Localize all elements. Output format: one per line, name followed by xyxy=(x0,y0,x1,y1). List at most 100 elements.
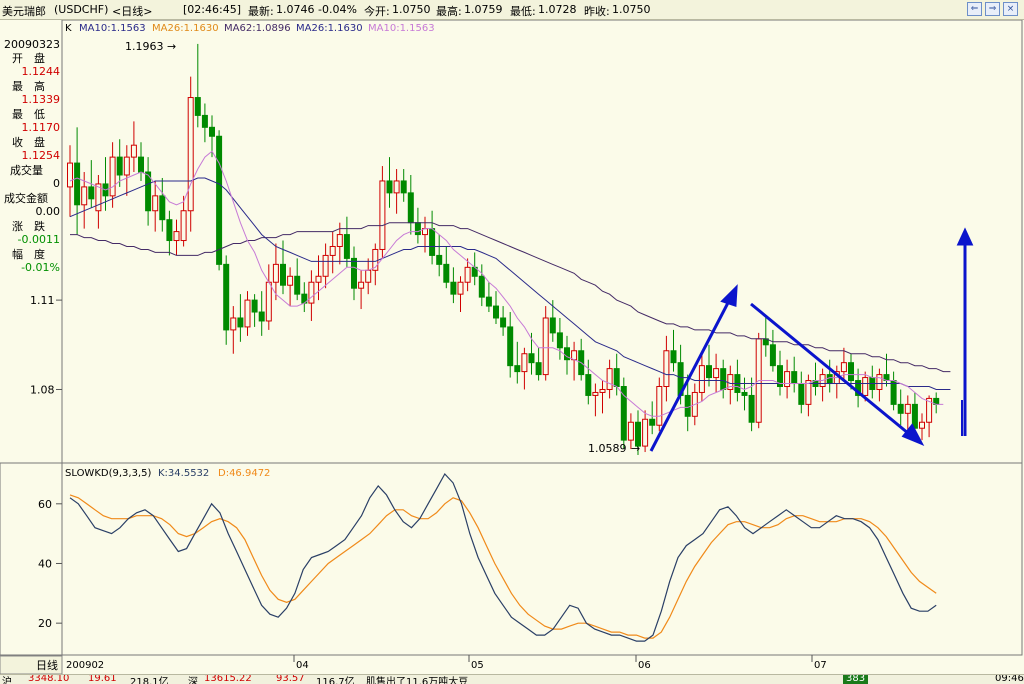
restore-button[interactable]: ⇐ xyxy=(967,2,982,16)
open-label: 今开: xyxy=(364,5,390,18)
candle-body xyxy=(386,180,393,194)
candle-body xyxy=(706,365,712,379)
candle-78 xyxy=(620,377,627,450)
info-volume-label: 成交量 xyxy=(10,163,43,177)
time-label-4: 07 xyxy=(814,660,827,671)
kd-panel xyxy=(61,462,1023,656)
candle-body xyxy=(138,156,144,173)
candle-body xyxy=(81,186,88,206)
alert-badge[interactable]: 383 xyxy=(843,675,869,684)
sh-label: 沪 xyxy=(2,677,12,684)
price-axis: 1.11 1.08 xyxy=(30,294,62,396)
price-tick-label-1: 1.08 xyxy=(30,383,55,396)
candle-body xyxy=(606,368,613,390)
candle-body xyxy=(123,156,130,176)
candle-body xyxy=(862,377,869,396)
candle-body xyxy=(343,234,350,259)
candle-body xyxy=(670,350,677,364)
candle-body xyxy=(493,305,499,319)
candle-body xyxy=(656,386,663,426)
candle-body xyxy=(592,391,599,396)
candle-body xyxy=(67,162,73,188)
prev-close-value: 1.0750 xyxy=(612,3,651,16)
kd-tick-label-2: 20 xyxy=(38,617,52,630)
candle-body xyxy=(620,386,627,441)
time-label-0: 200902 xyxy=(66,660,104,671)
period-button[interactable]: 日线 xyxy=(36,658,58,672)
candle-body xyxy=(769,344,776,367)
info-change-label: 涨 跌 xyxy=(12,219,45,233)
change-value: -0.04% xyxy=(318,3,357,16)
low-label: 最低: xyxy=(510,5,536,18)
candle-body xyxy=(166,219,173,242)
candle-body xyxy=(585,374,592,396)
info-amount-value: 0.00 xyxy=(36,205,61,218)
info-change-value: -0.0011 xyxy=(18,233,60,246)
candle-body xyxy=(897,403,904,414)
candle-body xyxy=(152,195,159,212)
candle-body xyxy=(258,311,265,322)
candle-body xyxy=(571,350,578,361)
news-ticker[interactable]: 肌售出了11.6万吨大豆 xyxy=(366,675,468,684)
candle-body xyxy=(599,388,606,393)
candle-body xyxy=(911,403,918,429)
latest-value: 1.0746 xyxy=(276,3,315,16)
candle-body xyxy=(848,362,854,382)
candle-body xyxy=(436,254,443,265)
info-close-value: 1.1254 xyxy=(22,149,61,162)
kd-tick-label-0: 60 xyxy=(38,498,52,511)
candle-body xyxy=(194,97,201,116)
candle-body xyxy=(223,263,230,331)
candle-body xyxy=(528,353,535,364)
candle-body xyxy=(379,180,386,250)
candle-body xyxy=(329,245,336,256)
candle-body xyxy=(216,135,223,265)
time-label-1: 04 xyxy=(296,660,309,671)
candle-body xyxy=(251,299,258,313)
sz-amount: 116.7亿 xyxy=(316,677,355,684)
info-date: 20090323 xyxy=(4,38,60,51)
candle-body xyxy=(698,365,705,393)
info-pct-value: -0.01% xyxy=(21,261,60,274)
candle-body xyxy=(322,254,329,277)
candle-body xyxy=(187,97,194,212)
candle-body xyxy=(840,362,847,373)
high-value: 1.0759 xyxy=(464,3,503,16)
candle-body xyxy=(130,144,137,158)
candle-body xyxy=(485,296,492,307)
kd-tick-label-1: 40 xyxy=(38,557,52,570)
high-annotation-arrow: → xyxy=(167,40,176,53)
close-button[interactable]: × xyxy=(1003,2,1018,16)
kd-legend-d: D:46.9472 xyxy=(218,468,270,479)
candle-body xyxy=(514,365,521,373)
low-annotation: 1.0589 xyxy=(588,442,627,455)
candle-body xyxy=(159,195,166,221)
price-tick-label-0: 1.11 xyxy=(30,294,55,307)
candle-body xyxy=(280,263,286,286)
candle-body xyxy=(457,281,464,295)
instrument-name: 美元瑞郎 xyxy=(2,5,46,18)
candle-body xyxy=(748,394,755,423)
candle-body xyxy=(791,371,798,385)
info-panel: 20090323 开 盘 1.1244 最 高 1.1339 最 低 1.117… xyxy=(4,38,60,274)
info-open-label: 开 盘 xyxy=(12,51,45,65)
high-label: 最高: xyxy=(436,5,462,18)
candle-body xyxy=(272,263,279,283)
candle-body xyxy=(741,391,748,396)
instrument-code: (USDCHF) xyxy=(54,3,109,16)
info-close-label: 收 盘 xyxy=(12,135,45,149)
info-low-label: 最 低 xyxy=(12,108,45,121)
maximize-button[interactable]: ⇒ xyxy=(985,2,1000,16)
candle-body xyxy=(500,317,507,328)
candle-body xyxy=(88,186,95,200)
candle-body xyxy=(400,180,407,194)
candle-body xyxy=(684,394,691,417)
legend-ma62: MA62:1.0896 xyxy=(224,23,291,34)
candle-body xyxy=(876,374,883,390)
price-panel xyxy=(61,20,1023,464)
candle-body xyxy=(244,299,251,328)
candle-body xyxy=(74,162,81,206)
legend-ma10: MA10:1.1563 xyxy=(79,23,146,34)
time-label-3: 06 xyxy=(638,660,651,671)
candle-body xyxy=(173,231,180,242)
